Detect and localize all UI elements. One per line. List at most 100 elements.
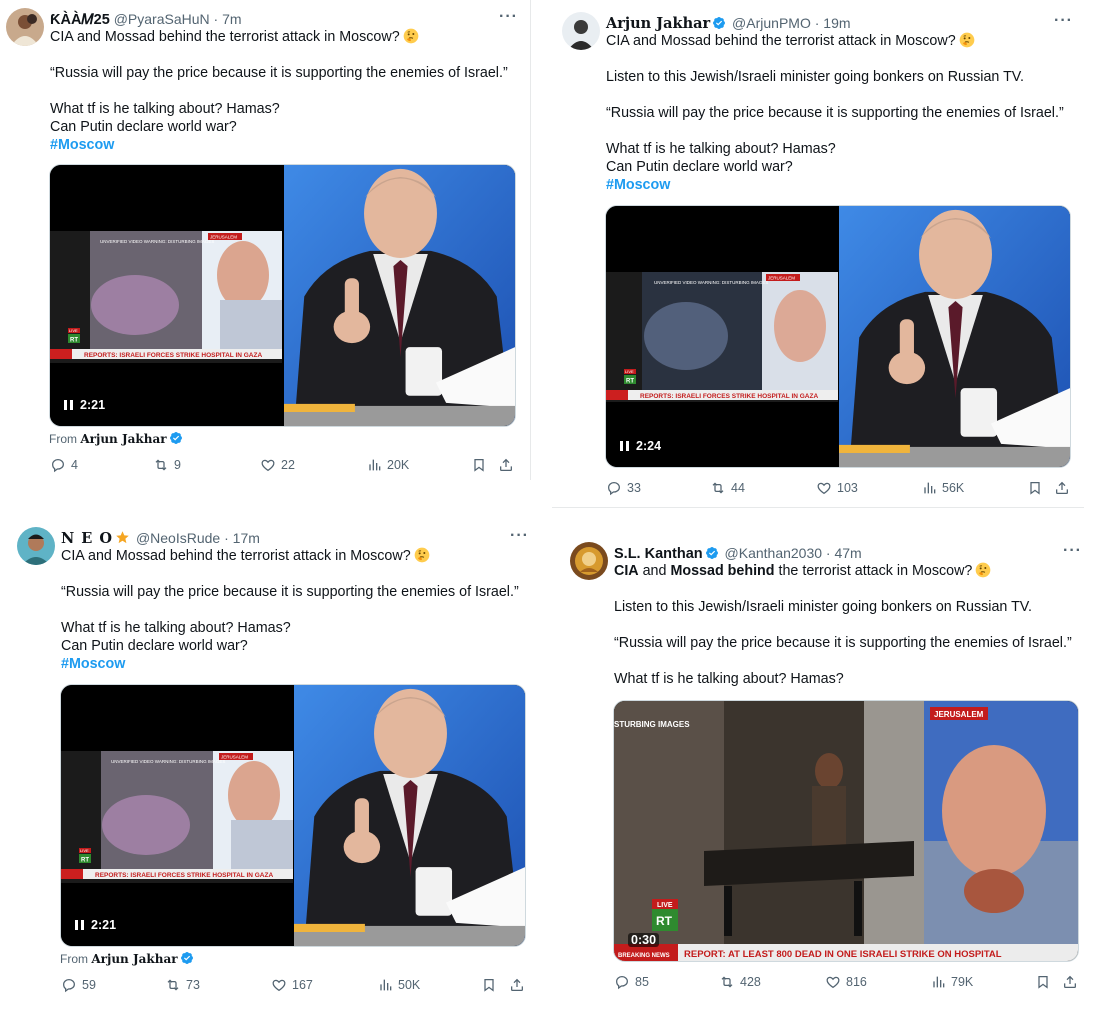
repost-button[interactable]: 9 (153, 457, 181, 473)
tweet-card[interactable]: N E O @NeoIsRude · 17m ··· CIA and Mossa… (17, 527, 531, 1007)
hashtag-link[interactable]: #Moscow (61, 655, 519, 673)
timestamp[interactable]: 7m (222, 11, 241, 27)
verified-badge-icon (705, 546, 719, 560)
display-name[interactable]: N E O (61, 530, 113, 547)
like-button[interactable]: 167 (271, 977, 313, 993)
tweet-line: CIA and Mossad behind the terrorist atta… (606, 33, 956, 49)
pause-icon[interactable] (620, 441, 629, 451)
thinking-face-icon (959, 32, 975, 48)
bookmark-button[interactable] (1027, 480, 1043, 496)
duration-label: 0:30 (631, 933, 657, 947)
views-button[interactable]: 20K (366, 457, 409, 473)
display-name[interactable]: Arjun Jakhar (606, 15, 710, 32)
reply-count: 4 (71, 458, 78, 472)
channel-logo: RT (81, 858, 89, 864)
username[interactable]: @NeoIsRude (136, 530, 220, 546)
video-player[interactable]: REPORTS: ISRAELI FORCES STRIKE HOSPITAL … (49, 164, 516, 427)
reply-icon (50, 457, 66, 473)
share-button[interactable] (1062, 974, 1078, 990)
tweet-card[interactable]: Arjun Jakhar @ArjunPMO · 19m ··· CIA and… (562, 12, 1084, 502)
video-duration[interactable]: 0:30 (628, 933, 660, 947)
bookmark-button[interactable] (481, 977, 497, 993)
more-options-icon[interactable]: ··· (499, 8, 518, 26)
view-count: 56K (942, 481, 965, 495)
hashtag-link[interactable]: #Moscow (606, 176, 1064, 194)
video-duration[interactable]: 2:24 (620, 439, 661, 453)
like-count: 22 (281, 458, 295, 472)
share-button[interactable] (1054, 480, 1070, 496)
timestamp[interactable]: 47m (834, 545, 861, 561)
video-duration[interactable]: 2:21 (75, 918, 116, 932)
video-chyron: REPORT: AT LEAST 800 DEAD IN ONE ISRAELI… (684, 949, 1002, 960)
timestamp[interactable]: 17m (233, 530, 260, 546)
share-button[interactable] (498, 457, 514, 473)
username[interactable]: @PyaraSaHuN (114, 11, 210, 27)
repost-count: 9 (174, 458, 181, 472)
bookmark-icon (1027, 480, 1043, 496)
video-player[interactable]: REPORTS: ISRAELI FORCES STRIKE HOSPITAL … (605, 205, 1071, 468)
reply-button[interactable]: 33 (606, 480, 641, 496)
display-name[interactable]: S.L. Kanthan (614, 546, 703, 562)
tweet-card[interactable]: S.L. Kanthan @Kanthan2030 · 47m ··· CIA … (570, 542, 1082, 1012)
avatar[interactable] (17, 527, 55, 565)
views-button[interactable]: 56K (921, 480, 964, 496)
tweet-line: Can Putin declare world war? (606, 159, 793, 175)
duration-label: 2:21 (91, 918, 117, 932)
like-button[interactable]: 816 (825, 974, 867, 990)
tweet-card[interactable]: ƘÀÀ𝑀25 @PyaraSaHuN · 7m ··· CIA and Moss… (6, 8, 524, 478)
username[interactable]: @Kanthan2030 (725, 545, 823, 561)
avatar[interactable] (6, 8, 44, 46)
more-options-icon[interactable]: ··· (1054, 12, 1073, 30)
repost-button[interactable]: 428 (719, 974, 761, 990)
video-thumbnail: REPORTS: ISRAELI FORCES STRIKE HOSPITAL … (50, 165, 515, 426)
bookmark-icon (481, 977, 497, 993)
pause-icon[interactable] (64, 400, 73, 410)
from-label: From (60, 952, 88, 966)
avatar[interactable] (562, 12, 600, 50)
action-bar: 85 428 816 79K (614, 974, 1084, 992)
hashtag-link[interactable]: #Moscow (50, 136, 508, 154)
star-icon (115, 530, 130, 545)
views-button[interactable]: 50K (377, 977, 420, 993)
view-count: 79K (951, 975, 974, 989)
video-player[interactable]: REPORTS: ISRAELI FORCES STRIKE HOSPITAL … (60, 684, 526, 947)
bookmark-button[interactable] (471, 457, 487, 473)
display-name[interactable]: ƘÀÀ𝑀25 (50, 12, 110, 28)
video-player[interactable]: JERUSALEM STURBING IMAGES LIVE RT BREAKI… (613, 700, 1079, 962)
repost-button[interactable]: 73 (165, 977, 200, 993)
reply-button[interactable]: 85 (614, 974, 649, 990)
from-attribution: From Arjun Jakhar (49, 431, 185, 446)
like-count: 816 (846, 975, 867, 989)
live-badge: LIVE (80, 848, 89, 853)
duration-label: 2:21 (80, 398, 106, 412)
pause-icon[interactable] (75, 920, 84, 930)
share-button[interactable] (509, 977, 525, 993)
share-icon (498, 457, 514, 473)
views-button[interactable]: 79K (930, 974, 973, 990)
bookmark-button[interactable] (1035, 974, 1051, 990)
separator-dot: · (825, 545, 831, 561)
from-name[interactable]: Arjun Jakhar (91, 952, 177, 966)
column-divider (530, 0, 531, 480)
reply-count: 59 (82, 978, 96, 992)
repost-count: 428 (740, 975, 761, 989)
repost-button[interactable]: 44 (710, 480, 745, 496)
video-chyron: REPORTS: ISRAELI FORCES STRIKE HOSPITAL … (84, 352, 262, 359)
reply-button[interactable]: 59 (61, 977, 96, 993)
like-button[interactable]: 22 (260, 457, 295, 473)
more-options-icon[interactable]: ··· (1063, 542, 1082, 560)
like-button[interactable]: 103 (816, 480, 858, 496)
avatar[interactable] (570, 542, 608, 580)
like-count: 167 (292, 978, 313, 992)
views-icon (921, 480, 937, 496)
repost-icon (165, 977, 181, 993)
tweet-text: CIA and Mossad behind the terrorist atta… (61, 547, 519, 673)
from-name[interactable]: Arjun Jakhar (80, 432, 166, 446)
timestamp[interactable]: 19m (823, 15, 850, 31)
video-duration[interactable]: 2:21 (64, 398, 105, 412)
more-options-icon[interactable]: ··· (510, 527, 529, 545)
action-bar: 59 73 167 50K (61, 977, 531, 995)
reply-button[interactable]: 4 (50, 457, 78, 473)
reply-count: 85 (635, 975, 649, 989)
username[interactable]: @ArjunPMO (732, 15, 811, 31)
